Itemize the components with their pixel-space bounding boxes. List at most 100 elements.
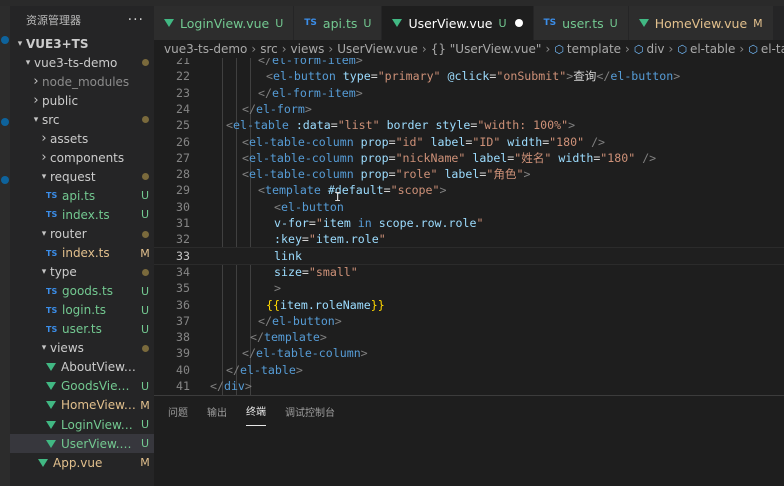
chevron-down-icon[interactable]: ▾ [38,172,50,182]
source-control-activity-icon[interactable] [1,118,9,126]
tree-item[interactable]: TS user.ts U [10,320,154,339]
code-line[interactable]: 24 </el-form> [154,101,784,117]
tree-item[interactable]: HomeView.... M [10,396,154,415]
chevron-down-icon[interactable]: ▾ [30,115,42,125]
chevron-down-icon[interactable]: ▾ [22,58,34,68]
code-token: el-button [271,313,335,328]
panel-tab[interactable]: 调试控制台 [285,396,335,426]
chevron-right-icon[interactable]: › [38,150,50,165]
breadcrumb-item[interactable]: {} "UserView.vue" [431,42,542,56]
breadcrumb-item[interactable]: el-table-column [761,42,784,56]
code-text: v-for="item in scope.row.role" [274,215,483,231]
code-token: }} [370,297,385,312]
code-token: type [342,69,371,84]
breadcrumb-item[interactable]: el-table [690,42,735,56]
editor-tab[interactable]: LoginView.vue U [154,6,295,40]
code-line[interactable]: 27 <el-table-column prop="nickName" label… [154,150,784,166]
tree-item[interactable]: UserView.vue U [10,434,154,454]
code-line[interactable]: 40 </el-table> [154,362,784,378]
code-line[interactable]: 41 </div> [154,378,784,394]
code-token: </ [226,362,240,377]
editor-tab[interactable]: UserView.vue U [382,6,534,40]
panel-tab[interactable]: 问题 [168,396,188,426]
tree-item[interactable]: App.vue M [10,453,154,472]
tree-item[interactable]: ▾ VUE3+TS [10,34,154,53]
chevron-down-icon[interactable]: ▾ [38,343,50,353]
code-line[interactable]: 36 {{item.roleName}} [154,297,784,313]
unsaved-dot-icon[interactable] [514,19,523,27]
code-line[interactable]: 32:key="item.role" [154,231,784,247]
code-line[interactable]: 25 <el-table :data="list" border style="w… [154,117,784,133]
code-line[interactable]: 23 </el-form-item> [154,85,784,101]
explorer-activity-icon[interactable] [1,36,9,44]
code-token: "nickName" [395,150,466,165]
extensions-activity-icon[interactable] [1,176,9,184]
tree-item[interactable]: TS index.ts U [10,205,154,224]
element-symbol-icon: ⬡ [633,42,644,56]
tree-item[interactable]: AboutView.vue [10,358,154,377]
chevron-right-icon[interactable]: › [30,74,42,89]
breadcrumb-item[interactable]: template [567,42,621,56]
code-line[interactable]: 33 link [154,246,784,265]
git-status-badge: U [140,379,150,393]
tree-item[interactable]: TS index.ts M [10,244,154,263]
editor-tab[interactable]: TS api.ts U [294,6,383,40]
chevron-right-icon: › [545,42,551,56]
editor-tab[interactable]: HomeView.vue M [628,6,774,40]
tree-item[interactable]: GoodsView.... U [10,377,154,396]
more-actions-icon[interactable]: ··· [128,12,144,28]
tree-item[interactable]: ▾ type [10,263,154,282]
tree-item[interactable]: ▾ views [10,339,154,358]
tree-item-label: node_modules [42,74,130,89]
tree-item[interactable]: LoginView.vue U [10,415,154,434]
code-line[interactable]: 31 v-for="item in scope.row.role" [154,215,784,231]
breadcrumb-item[interactable]: UserView.vue [337,42,418,56]
breadcrumb-item[interactable]: div [646,42,664,56]
code-line[interactable]: 28 <el-table-column prop="role" label="角色… [154,166,784,182]
code-line[interactable]: 29 <template #default="scope"> [154,182,784,198]
tree-item[interactable]: ▾ router [10,225,154,244]
code-line[interactable]: 34 size="small" [154,264,784,280]
panel-tab[interactable]: 输出 [207,396,227,426]
breadcrumb-item[interactable]: src [260,42,278,56]
tree-item[interactable]: › assets [10,129,154,148]
code-editor[interactable]: 21 </el-form-item> 22 <el-button type="prim… [154,58,784,395]
code-line[interactable]: 38 </template> [154,329,784,345]
code-line[interactable]: 22 <el-button type="primary" @click="onSu… [154,68,784,84]
code-line[interactable]: 37 </el-button> [154,313,784,329]
code-token: > [355,58,363,67]
code-token: = [330,118,338,133]
tree-item[interactable]: ▾ vue3-ts-demo [10,53,154,72]
chevron-down-icon[interactable]: ▾ [14,39,26,49]
editor-tab[interactable]: TS user.ts U [533,6,629,40]
code-line[interactable]: 35 > [154,280,784,296]
code-text: <el-table-column prop="nickName" label="… [242,150,656,166]
chevron-right-icon[interactable]: › [30,93,42,108]
chevron-down-icon[interactable]: ▾ [38,229,50,239]
panel-tab[interactable]: 终端 [246,396,266,426]
tree-item[interactable]: › node_modules [10,72,154,91]
code-line[interactable]: 39 </el-table-column> [154,345,784,361]
code-line[interactable]: 30 <el-button [154,199,784,215]
i-beam-cursor-icon: I [334,190,342,204]
modified-dot-icon [141,116,149,124]
code-token: = [388,150,396,165]
breadcrumb-item[interactable]: views [291,42,325,56]
tree-item[interactable]: › components [10,148,154,167]
git-status-badge: U [140,437,150,451]
tree-item[interactable]: TS goods.ts U [10,282,154,301]
code-token: = [383,183,391,198]
code-line[interactable]: 21 </el-form-item> [154,58,784,68]
tree-item[interactable]: TS login.ts U [10,301,154,320]
tree-item[interactable]: ▾ request [10,167,154,186]
tree-item[interactable]: TS api.ts U [10,186,154,205]
tree-item[interactable]: ▾ src [10,110,154,129]
tree-item-label: goods.ts [62,284,113,299]
breadcrumb-item[interactable]: vue3-ts-demo [164,42,247,56]
chevron-down-icon[interactable]: ▾ [38,267,50,277]
chevron-right-icon[interactable]: › [38,131,50,146]
code-line[interactable]: 26 <el-table-column prop="id" label="ID" … [154,134,784,150]
code-token: link [274,248,302,263]
tree-item[interactable]: › public [10,91,154,110]
